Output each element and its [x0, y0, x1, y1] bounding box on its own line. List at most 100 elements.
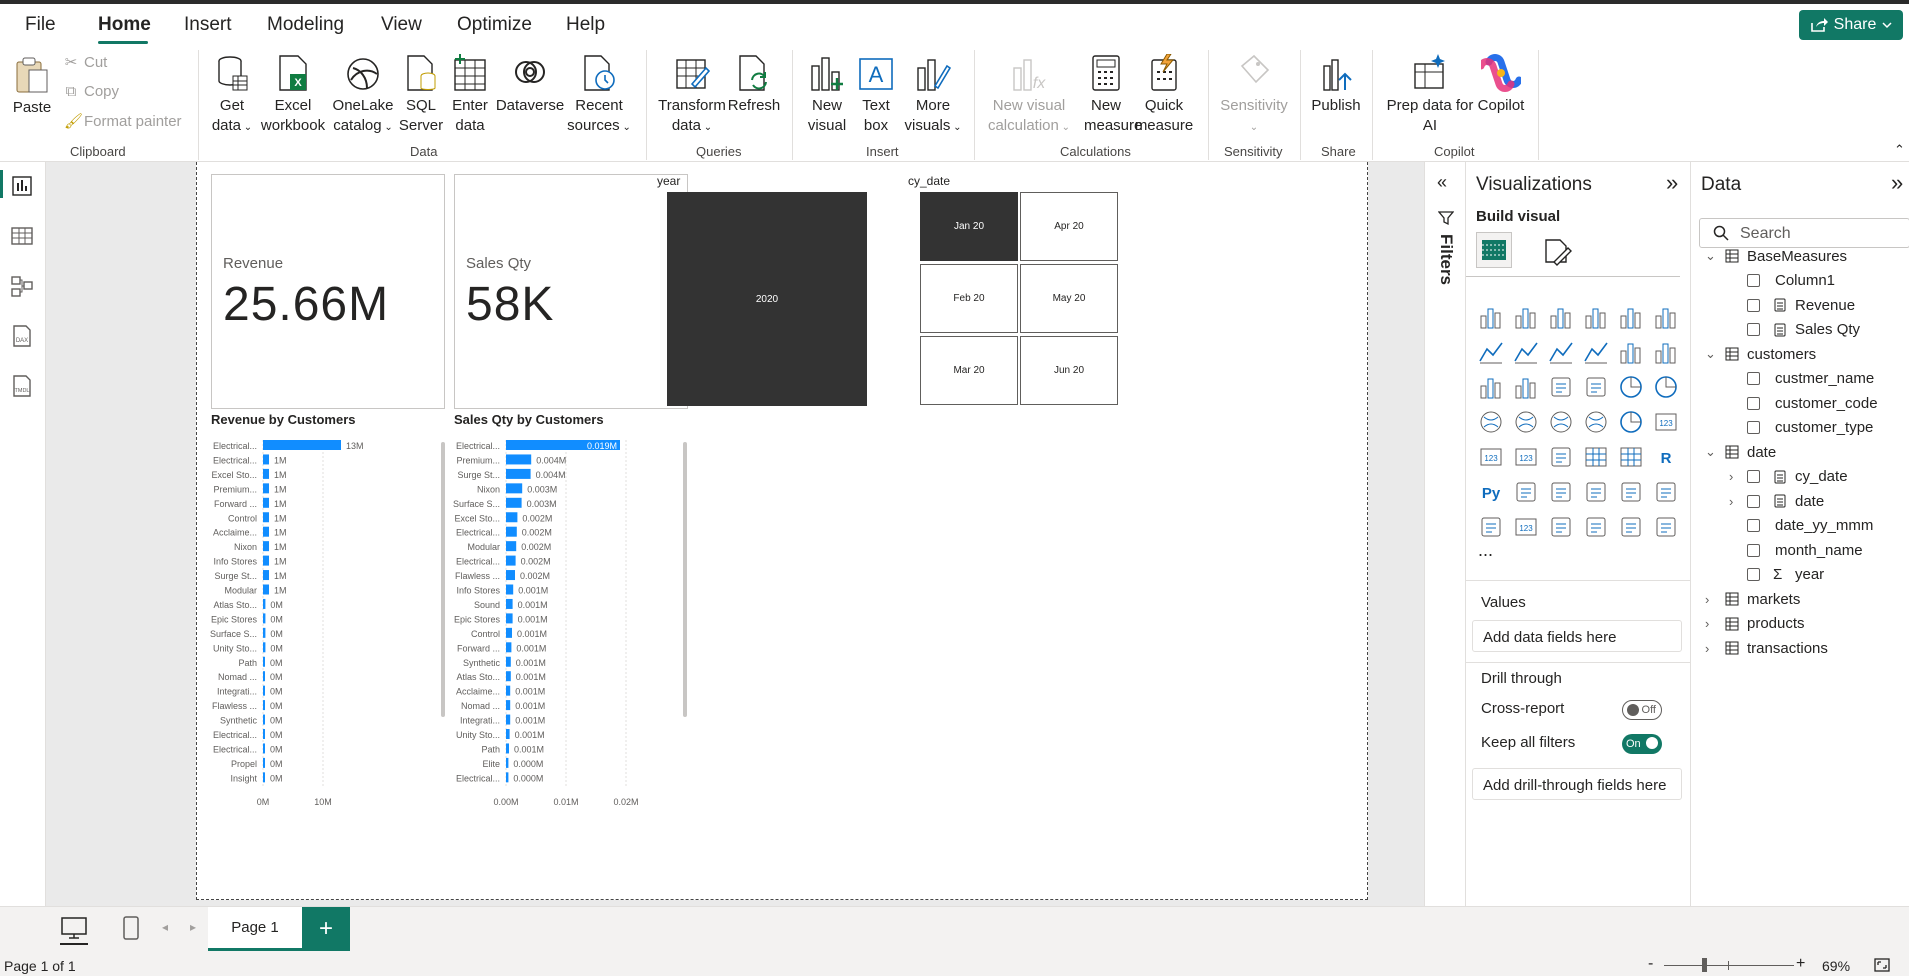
bar[interactable]	[263, 570, 269, 581]
treemap-icon[interactable]	[1480, 411, 1502, 433]
field-checkbox[interactable]	[1747, 298, 1760, 312]
drill-through-well[interactable]: Add drill-through fields here	[1472, 768, 1682, 800]
bar[interactable]	[506, 656, 511, 667]
share-button[interactable]: Share	[1799, 10, 1903, 40]
text-box-button[interactable]: A Text box	[854, 54, 898, 136]
date-slicer-tile-feb[interactable]: Feb 20	[920, 264, 1018, 333]
bar[interactable]	[263, 757, 265, 768]
field-node[interactable]: Σyear	[1691, 563, 1909, 587]
table-node[interactable]: › transactions	[1691, 636, 1909, 660]
field-node[interactable]: month_name	[1691, 538, 1909, 562]
publish-button[interactable]: Publish	[1308, 54, 1364, 116]
dataverse-button[interactable]: Dataverse	[494, 54, 566, 116]
python-visual-icon[interactable]: Py	[1482, 485, 1501, 502]
donut-chart-icon[interactable]	[1655, 376, 1677, 398]
tab-page-1[interactable]: Page 1	[208, 907, 302, 951]
menu-modeling[interactable]: Modeling	[267, 14, 344, 36]
paste-button[interactable]: Paste	[12, 56, 52, 118]
power-automate-icon[interactable]	[1621, 517, 1641, 537]
next-page-icon[interactable]: ▸	[190, 920, 196, 934]
sql-server-button[interactable]: SQL Server	[398, 54, 444, 136]
new-measure-button[interactable]: New measure	[1084, 54, 1142, 136]
collapse-data-icon[interactable]: »	[1891, 170, 1903, 196]
bar[interactable]	[506, 671, 511, 682]
decomposition-tree-icon[interactable]	[1551, 482, 1571, 502]
new-visual-button[interactable]: New visual	[804, 54, 850, 136]
date-slicer-tile-apr[interactable]: Apr 20	[1020, 192, 1118, 261]
bar[interactable]	[506, 700, 511, 711]
menu-insert[interactable]: Insert	[184, 14, 232, 36]
card-icon[interactable]: 123	[1655, 413, 1677, 431]
bar[interactable]	[506, 541, 517, 552]
revenue-card[interactable]: Revenue 25.66M	[211, 174, 445, 409]
field-checkbox[interactable]	[1747, 470, 1760, 483]
date-slicer-tile-jan[interactable]: Jan 20	[920, 192, 1018, 261]
bar[interactable]	[263, 714, 265, 725]
bar[interactable]	[263, 656, 265, 667]
more-visuals-ellipsis[interactable]: ...	[1478, 540, 1493, 561]
date-slicer-tile-may[interactable]: May 20	[1020, 264, 1118, 333]
enter-data-button[interactable]: Enter data	[448, 54, 492, 136]
bar[interactable]	[263, 454, 269, 465]
bar[interactable]	[263, 440, 341, 450]
model-view-icon[interactable]	[10, 274, 34, 298]
previous-page-icon[interactable]: ◂	[162, 920, 168, 934]
100-stacked-bar-chart-icon[interactable]	[1620, 308, 1641, 329]
bar[interactable]	[506, 555, 516, 566]
bar[interactable]	[506, 685, 511, 696]
map-icon[interactable]	[1515, 411, 1537, 433]
recent-sources-button[interactable]: Recent sources ⌄	[566, 54, 632, 138]
bar[interactable]	[506, 613, 513, 624]
bar[interactable]	[506, 584, 514, 595]
expand-filters-icon[interactable]: «	[1437, 172, 1447, 193]
field-checkbox[interactable]	[1747, 396, 1760, 410]
dax-query-view-icon[interactable]: DAX	[10, 324, 34, 348]
slicer-icon[interactable]	[1551, 447, 1571, 467]
chevron-down-icon[interactable]: ⌄	[1705, 248, 1716, 264]
field-node[interactable]: Sales Qty	[1691, 318, 1909, 342]
field-checkbox[interactable]	[1747, 421, 1760, 434]
key-influencers-icon[interactable]	[1516, 482, 1536, 502]
gauge-icon[interactable]	[1620, 411, 1642, 433]
pie-chart-icon[interactable]	[1620, 376, 1642, 398]
table-view-icon[interactable]	[10, 224, 34, 248]
line-and-clustered-column-icon[interactable]	[1655, 343, 1676, 364]
tmdl-view-icon[interactable]: TMDL	[10, 374, 34, 398]
field-node[interactable]: › cy_date	[1691, 465, 1909, 489]
100-stacked-area-chart-icon[interactable]	[1584, 342, 1608, 364]
copilot-narrative-icon[interactable]	[1656, 517, 1676, 537]
revenue-chart-scrollbar[interactable]	[441, 442, 445, 717]
zoom-in-button[interactable]: +	[1796, 955, 1805, 973]
bar[interactable]	[506, 772, 509, 783]
year-slicer-tile[interactable]: 2020	[667, 192, 867, 406]
values-well[interactable]: Add data fields here	[1472, 620, 1682, 652]
revenue-by-customers-chart[interactable]: 0M 10M Electrical... 13M Electrical... 1M Exce…	[207, 432, 447, 852]
bar[interactable]	[263, 555, 269, 566]
menu-file[interactable]: File	[25, 14, 56, 36]
field-checkbox[interactable]	[1747, 519, 1760, 532]
copilot-button[interactable]: Copilot	[1474, 54, 1528, 116]
chevron-right-icon[interactable]: ›	[1705, 641, 1709, 656]
new-slicer-icon[interactable]	[1551, 517, 1571, 537]
stacked-area-chart-icon[interactable]	[1549, 342, 1573, 364]
sales-qty-by-customers-chart[interactable]: 0.00M 0.01M 0.02M Electrical... 0.019M Premiu…	[450, 432, 690, 852]
bar[interactable]	[263, 526, 269, 537]
report-view-icon[interactable]	[10, 174, 34, 198]
filters-pane[interactable]: « Filters	[1424, 162, 1466, 906]
visual-type-gallery[interactable]: 123 123 123 R Py 123	[1476, 302, 1682, 542]
area-chart-icon[interactable]	[1514, 342, 1538, 364]
stacked-bar-chart-icon[interactable]	[1480, 308, 1501, 329]
table-icon[interactable]	[1585, 447, 1607, 467]
bar[interactable]	[263, 772, 265, 783]
line-chart-icon[interactable]	[1479, 342, 1503, 364]
chevron-right-icon[interactable]: ›	[1729, 469, 1733, 484]
menu-view[interactable]: View	[381, 14, 422, 36]
chevron-right-icon[interactable]: ›	[1705, 616, 1709, 631]
bar[interactable]	[263, 700, 265, 711]
paginated-report-icon[interactable]	[1481, 517, 1501, 537]
fit-to-page-icon[interactable]	[1874, 958, 1890, 972]
more-visuals-button[interactable]: More visuals ⌄	[904, 54, 962, 138]
r-visual-icon[interactable]: R	[1661, 450, 1672, 467]
bar[interactable]	[263, 541, 269, 552]
table-node[interactable]: › markets	[1691, 587, 1909, 611]
